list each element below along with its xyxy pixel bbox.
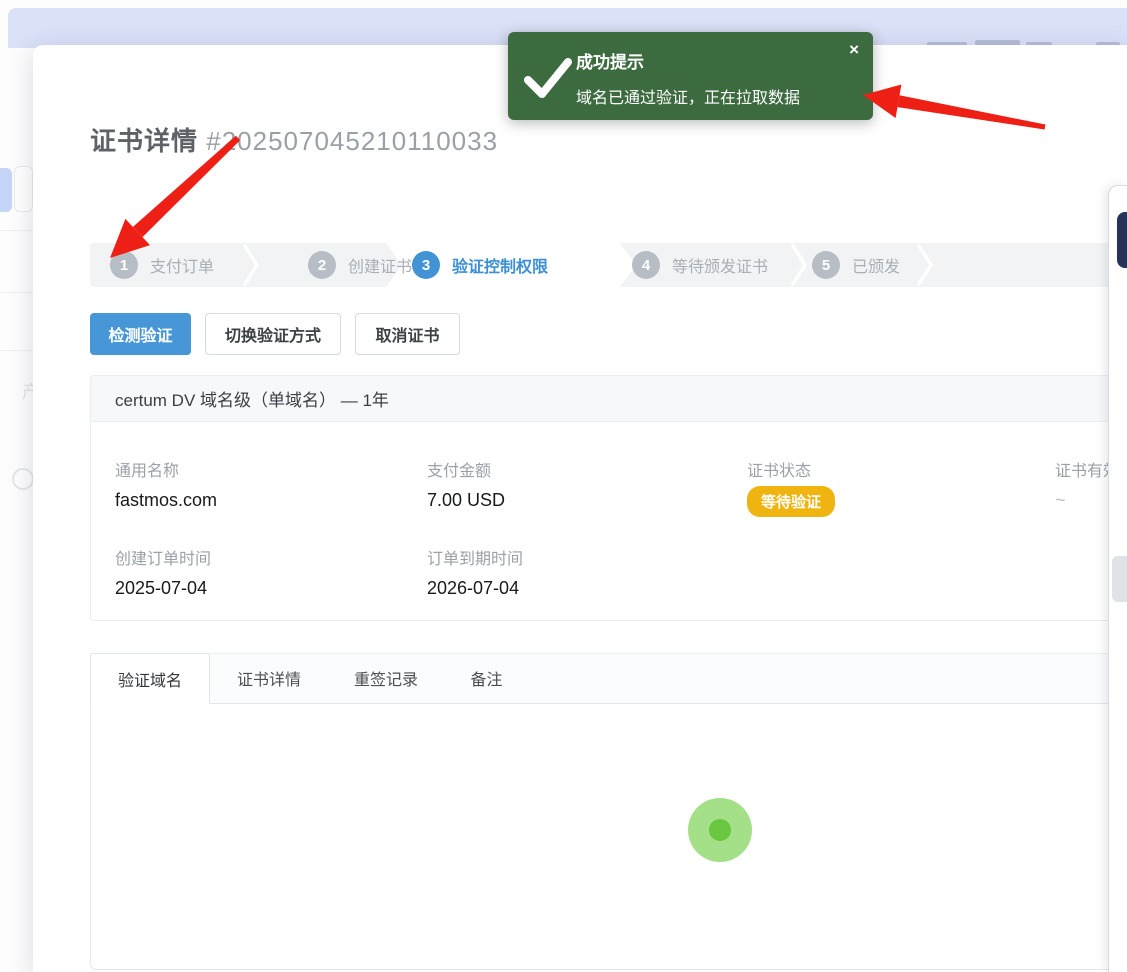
background-divider (0, 292, 33, 293)
background-search-icon (12, 468, 34, 490)
expires-label: 订单到期时间 (427, 545, 523, 569)
order-number: #202507045210110033 (206, 126, 498, 156)
background-button-fragment (14, 166, 33, 212)
loading-spinner-core (709, 819, 731, 841)
chevron-separator-icon (242, 243, 260, 287)
step-number: 4 (632, 251, 660, 279)
step-number: 2 (308, 251, 336, 279)
modal-title: 证书详情 #202507045210110033 (90, 121, 498, 158)
common-name-label: 通用名称 (115, 457, 179, 481)
certificate-info-card: certum DV 域名级（单域名） — 1年 通用名称 fastmos.com… (90, 375, 1127, 621)
side-panel-button-fragment[interactable] (1117, 212, 1127, 268)
tab-verify-domain[interactable]: 验证域名 (90, 653, 210, 704)
progress-stepper: 1 支付订单 2 创建证书 3 验证控制权限 4 等待颁发证书 5 已颁发 (90, 243, 1127, 287)
background-divider (0, 350, 33, 351)
step-wait-issue: 4 等待颁发证书 (632, 243, 768, 287)
step-label: 支付订单 (150, 253, 214, 277)
chevron-separator-icon (916, 243, 934, 287)
amount-label: 支付金额 (427, 457, 491, 481)
cancel-certificate-button[interactable]: 取消证书 (355, 313, 460, 355)
step-label: 等待颁发证书 (672, 253, 768, 277)
status-badge: 等待验证 (747, 486, 835, 517)
step-pay-order: 1 支付订单 (110, 243, 214, 287)
common-name-value: fastmos.com (115, 490, 217, 511)
success-toast: 成功提示 域名已通过验证，正在拉取数据 × (508, 32, 873, 120)
step-issued: 5 已颁发 (812, 243, 900, 287)
step-create-cert: 2 创建证书 (308, 243, 412, 287)
step-number: 3 (412, 251, 440, 279)
amount-value: 7.00 USD (427, 490, 505, 511)
chevron-separator-icon (790, 243, 808, 287)
certificate-detail-modal: 证书详情 #202507045210110033 1 支付订单 2 创建证书 3… (33, 45, 1127, 972)
step-number: 1 (110, 251, 138, 279)
step-number: 5 (812, 251, 840, 279)
status-label: 证书状态 (747, 457, 811, 481)
toast-message: 域名已通过验证，正在拉取数据 (576, 84, 800, 108)
created-label: 创建订单时间 (115, 545, 211, 569)
step-label: 创建证书 (348, 253, 412, 277)
check-validation-button[interactable]: 检测验证 (90, 313, 191, 355)
validity-value: ~ (1055, 490, 1066, 511)
expires-value: 2026-07-04 (427, 578, 519, 599)
check-icon (522, 54, 574, 102)
background-button-fragment (0, 168, 12, 212)
page: 产 证书详情 #202507045210110033 1 支付订单 2 创建证书… (0, 0, 1127, 972)
tab-remarks[interactable]: 备注 (444, 653, 529, 703)
product-title: certum DV 域名级（单域名） — 1年 (91, 376, 1127, 422)
modal-title-text: 证书详情 (90, 126, 198, 156)
side-panel-scrollbar-fragment[interactable] (1112, 556, 1127, 602)
created-value: 2025-07-04 (115, 578, 207, 599)
tab-cert-details[interactable]: 证书详情 (210, 653, 328, 703)
switch-validation-method-button[interactable]: 切换验证方式 (205, 313, 341, 355)
step-verify-control: 3 验证控制权限 (412, 243, 548, 287)
tab-reissue-records[interactable]: 重签记录 (328, 653, 444, 703)
close-icon[interactable]: × (849, 40, 859, 60)
toast-title: 成功提示 (576, 48, 644, 73)
step-label: 已颁发 (852, 253, 900, 277)
background-divider (0, 230, 33, 231)
step-label: 验证控制权限 (452, 253, 548, 277)
loading-spinner-icon (688, 798, 752, 862)
tab-content-panel (90, 703, 1127, 970)
